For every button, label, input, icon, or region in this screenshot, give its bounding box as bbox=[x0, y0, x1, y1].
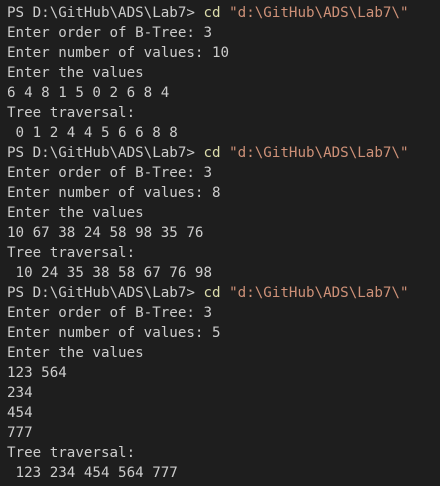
output-line: 10 24 35 38 58 67 76 98 bbox=[7, 265, 212, 281]
output-line: Enter order of B-Tree: 3 bbox=[7, 305, 212, 321]
prompt-line: PS D:\GitHub\ADS\Lab7> cd "d:\GitHub\ADS… bbox=[7, 143, 440, 163]
prompt-line: PS D:\GitHub\ADS\Lab7> cd "d:\GitHub\ADS… bbox=[7, 3, 440, 23]
command-argument: "d:\GitHub\ADS\Lab7\" bbox=[229, 145, 409, 161]
terminal-panel[interactable]: PS D:\GitHub\ADS\Lab7> cd "d:\GitHub\ADS… bbox=[0, 0, 440, 486]
prompt-path: PS D:\GitHub\ADS\Lab7> bbox=[7, 285, 204, 301]
prompt-line: PS D:\GitHub\ADS\Lab7> cd "d:\GitHub\ADS… bbox=[7, 283, 440, 303]
output-line: 777 bbox=[7, 425, 33, 441]
output-line: Tree traversal: bbox=[7, 445, 136, 461]
output-line: 6 4 8 1 5 0 2 6 8 4 bbox=[7, 85, 170, 101]
output-line: Enter order of B-Tree: 3 bbox=[7, 165, 212, 181]
output-line: 123 564 bbox=[7, 365, 67, 381]
output-line: 10 67 38 24 58 98 35 76 bbox=[7, 225, 204, 241]
command-keyword: cd bbox=[203, 285, 221, 301]
output-line: 234 bbox=[7, 385, 33, 401]
prompt-path: PS D:\GitHub\ADS\Lab7> bbox=[7, 5, 204, 21]
command-keyword: cd bbox=[203, 5, 221, 21]
output-line: Tree traversal: bbox=[7, 105, 136, 121]
output-line: Enter order of B-Tree: 3 bbox=[7, 25, 212, 41]
command-argument: "d:\GitHub\ADS\Lab7\" bbox=[229, 285, 409, 301]
command-argument: "d:\GitHub\ADS\Lab7\" bbox=[229, 5, 409, 21]
output-line: 454 bbox=[7, 405, 33, 421]
output-line: Enter the values bbox=[7, 65, 144, 81]
output-line: Enter number of values: 5 bbox=[7, 325, 221, 341]
output-line: Enter number of values: 8 bbox=[7, 185, 221, 201]
output-line: Enter the values bbox=[7, 345, 144, 361]
output-line: 123 234 454 564 777 bbox=[7, 465, 178, 481]
output-line: Enter the values bbox=[7, 205, 144, 221]
command-keyword: cd bbox=[203, 145, 221, 161]
output-line: 0 1 2 4 4 5 6 6 8 8 bbox=[7, 125, 178, 141]
output-line: Enter number of values: 10 bbox=[7, 45, 230, 61]
output-line: Tree traversal: bbox=[7, 245, 136, 261]
prompt-path: PS D:\GitHub\ADS\Lab7> bbox=[7, 145, 204, 161]
